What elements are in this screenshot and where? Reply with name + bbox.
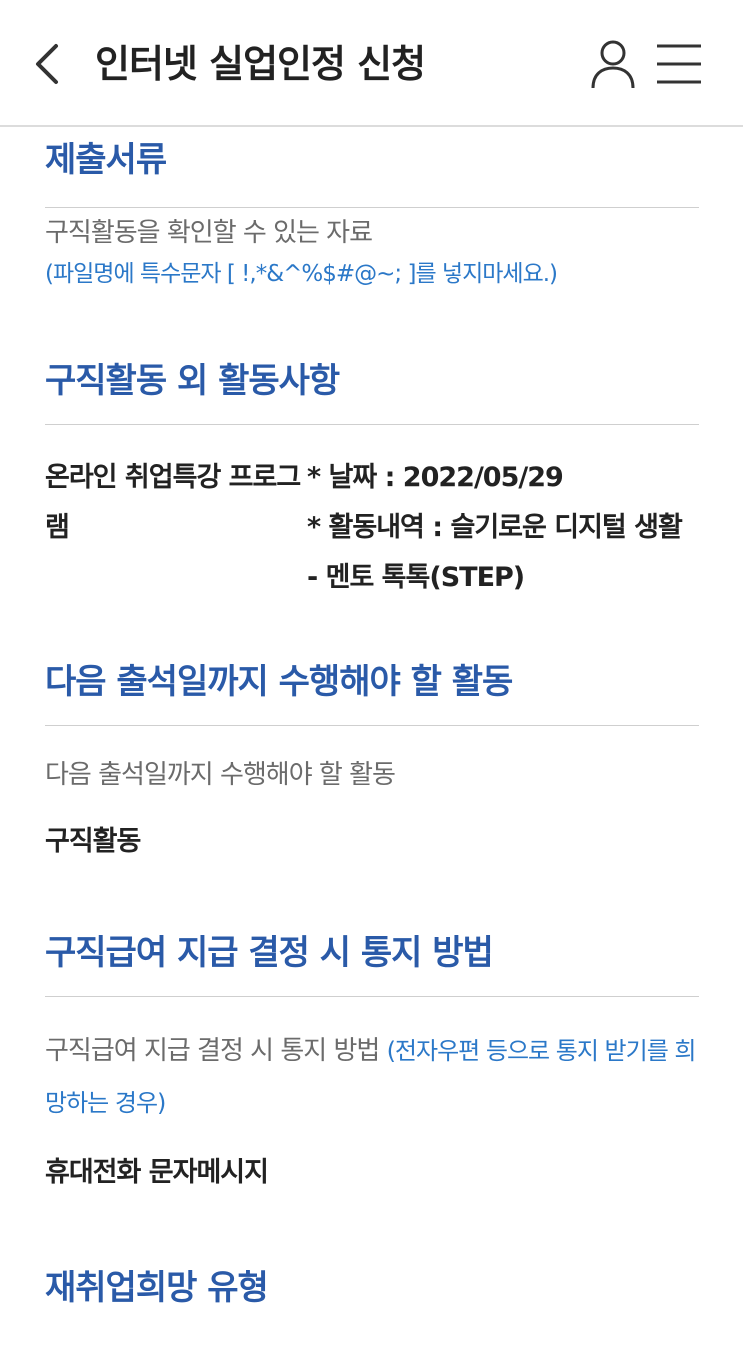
documents-section-title: 제출서류	[45, 140, 167, 180]
next-activity-section-title: 다음 출석일까지 수행해야 할 활동	[45, 662, 513, 702]
main-content: 제출서류 구직활동을 확인할 수 있는 자료 (파일명에 특수문자 [ !,*&…	[45, 127, 699, 1331]
chevron-left-icon	[36, 44, 58, 84]
notification-section: 구직급여 지급 결정 시 통지 방법 구직급여 지급 결정 시 통지 방법 (전…	[45, 866, 699, 1197]
activity-name: 온라인 취업특강 프로그램	[45, 462, 301, 543]
page-title: 인터넷 실업인정 신청	[95, 42, 426, 86]
next-activity-label: 다음 출석일까지 수행해야 할 활동	[45, 760, 396, 790]
notification-section-title: 구직급여 지급 결정 시 통지 방법	[45, 933, 494, 973]
menu-button[interactable]	[654, 40, 704, 88]
documents-hint: (파일명에 특수문자 [ !,*&^%$#@~; ]를 넣지마세요.)	[45, 261, 558, 287]
documents-label: 구직활동을 확인할 수 있는 자료	[45, 218, 373, 248]
user-icon	[591, 40, 635, 89]
notification-label: 구직급여 지급 결정 시 통지 방법	[45, 1036, 380, 1066]
reemployment-section-title: 재취업희망 유형	[45, 1268, 269, 1308]
other-activities-section: 구직활동 외 활동사항 온라인 취업특강 프로그램 * 날짜 : 2022/05…	[45, 294, 699, 603]
app-header: 인터넷 실업인정 신청	[0, 0, 743, 127]
activity-date: * 날짜 : 2022/05/29	[307, 462, 564, 493]
hamburger-menu-icon	[657, 44, 701, 84]
next-activity-value: 구직활동	[45, 826, 141, 857]
activity-content: * 활동내역 : 슬기로운 디지털 생활 - 멘토 톡톡(STEP)	[307, 512, 683, 593]
documents-section: 제출서류 구직활동을 확인할 수 있는 자료 (파일명에 특수문자 [ !,*&…	[45, 127, 699, 294]
back-button[interactable]	[26, 38, 74, 90]
reemployment-section: 재취업희망 유형	[45, 1197, 699, 1331]
activity-row: 온라인 취업특강 프로그램 * 날짜 : 2022/05/29 * 활동내역 :…	[45, 425, 699, 603]
other-activities-section-title: 구직활동 외 활동사항	[45, 361, 340, 401]
notification-value: 휴대전화 문자메시지	[45, 1157, 269, 1188]
next-activity-section: 다음 출석일까지 수행해야 할 활동 다음 출석일까지 수행해야 할 활동 구직…	[45, 603, 699, 866]
notification-label-block: 구직급여 지급 결정 시 통지 방법 (전자우편 등으로 통지 받기를 희망하는…	[45, 997, 699, 1129]
user-button[interactable]	[588, 38, 638, 90]
activity-detail: * 날짜 : 2022/05/29 * 활동내역 : 슬기로운 디지털 생활 -…	[307, 453, 699, 603]
